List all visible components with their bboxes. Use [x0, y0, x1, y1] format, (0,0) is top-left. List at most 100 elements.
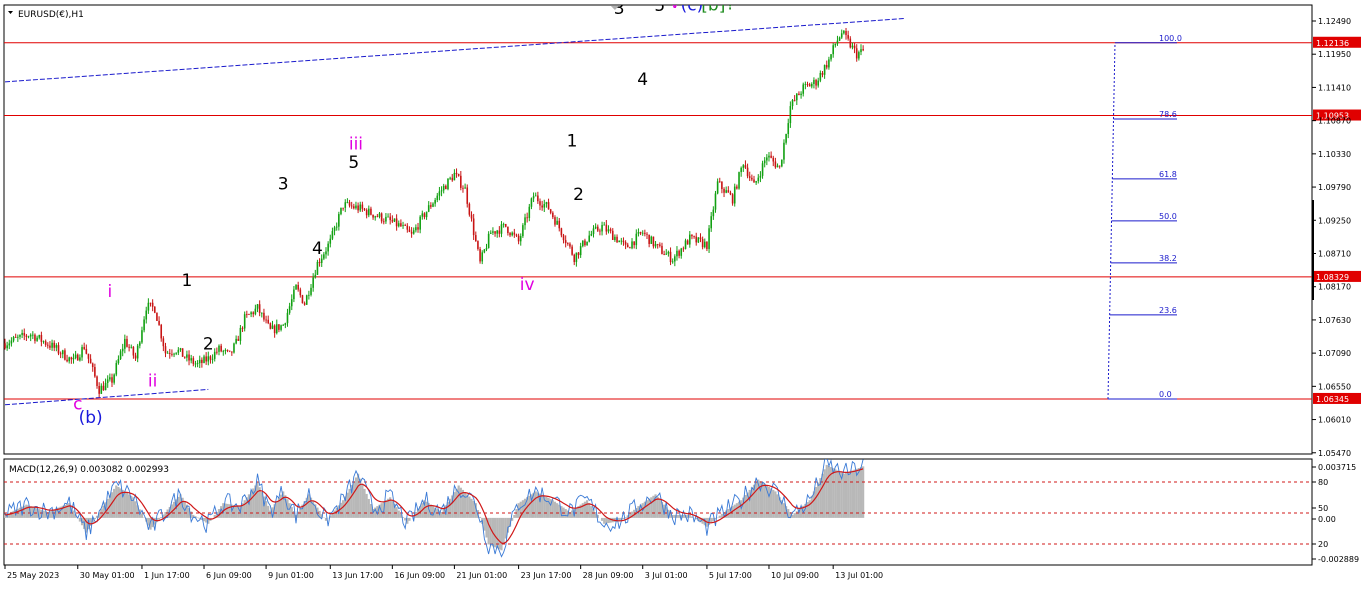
- macd-histogram-bar: [361, 484, 363, 518]
- price-candle: [591, 234, 593, 236]
- price-candle: [580, 246, 582, 255]
- price-candle: [257, 304, 259, 308]
- price-candle: [332, 231, 334, 239]
- macd-histogram-bar: [734, 505, 736, 518]
- price-candle: [225, 350, 227, 351]
- price-candle: [586, 242, 588, 245]
- macd-histogram-bar: [357, 474, 359, 518]
- price-candle: [4, 343, 6, 348]
- price-candle: [755, 181, 757, 183]
- price-candle: [163, 338, 165, 346]
- price-candle: [68, 357, 70, 361]
- macd-y-axis-tick-label: 80: [1318, 478, 1328, 487]
- price-candle: [208, 356, 210, 361]
- price-candle: [197, 363, 199, 364]
- price-candle: [115, 363, 117, 374]
- price-candle: [297, 285, 299, 290]
- price-candle: [783, 143, 785, 160]
- macd-histogram-bar: [828, 466, 830, 518]
- macd-histogram-bar: [385, 500, 387, 518]
- macd-histogram-bar: [862, 466, 864, 518]
- price-candle: [445, 186, 447, 189]
- wave-label: 4: [312, 239, 323, 259]
- macd-y-axis-tick-label: 20: [1318, 540, 1328, 549]
- price-candle: [768, 156, 770, 158]
- macd-histogram-bar: [809, 500, 811, 518]
- price-candle: [494, 231, 496, 233]
- macd-histogram-bar: [333, 511, 335, 518]
- price-candle: [700, 237, 702, 239]
- price-candle: [291, 299, 293, 306]
- x-axis-tick-label: 1 Jun 17:00: [144, 571, 190, 580]
- price-candle: [734, 187, 736, 204]
- price-candle: [370, 209, 372, 215]
- price-candle: [355, 206, 357, 209]
- price-candle: [124, 339, 126, 349]
- price-candle: [539, 201, 541, 205]
- price-candle: [772, 158, 774, 162]
- price-candle: [34, 335, 36, 341]
- price-candle: [276, 324, 278, 333]
- price-candle: [464, 187, 466, 188]
- macd-histogram-bar: [25, 505, 27, 518]
- price-candle: [606, 225, 608, 232]
- price-candle: [623, 241, 625, 242]
- macd-histogram-bar: [796, 511, 798, 518]
- fibonacci-level-label: 0.0: [1159, 390, 1172, 399]
- price-level-tag: 1.08329: [1313, 271, 1361, 282]
- price-candle: [252, 312, 254, 314]
- y-axis-tick-label: 1.09250: [1318, 216, 1351, 225]
- price-candle: [186, 354, 188, 357]
- price-candle: [184, 357, 186, 358]
- price-candle: [417, 227, 419, 229]
- macd-histogram-bar: [458, 486, 460, 518]
- price-candle: [621, 241, 623, 242]
- price-candle: [199, 360, 201, 363]
- price-candle: [469, 204, 471, 215]
- price-candle: [856, 48, 858, 58]
- price-candle: [167, 353, 169, 354]
- price-candle: [374, 216, 376, 217]
- macd-histogram-bar: [783, 503, 785, 518]
- scroll-indicator[interactable]: [1312, 200, 1314, 300]
- price-candle: [349, 202, 351, 205]
- price-candle: [357, 206, 359, 211]
- price-candle: [449, 178, 451, 179]
- price-candle: [520, 236, 522, 241]
- macd-y-axis-tick-label: 50: [1318, 504, 1328, 513]
- x-axis-tick-label: 30 May 01:00: [80, 571, 135, 580]
- price-candle: [509, 233, 511, 235]
- price-candle: [178, 350, 180, 353]
- price-candle: [98, 386, 100, 394]
- macd-histogram-bar: [404, 518, 406, 521]
- price-candle: [107, 379, 109, 382]
- y-axis-tick-label: 1.06010: [1318, 416, 1351, 425]
- macd-histogram-bar: [648, 499, 650, 518]
- macd-histogram-bar: [556, 503, 558, 518]
- price-candle: [477, 241, 479, 249]
- price-candle: [419, 217, 421, 230]
- price-candle: [730, 193, 732, 195]
- price-candle: [644, 233, 646, 234]
- price-candle: [674, 256, 676, 261]
- price-candle: [77, 355, 79, 361]
- x-axis-tick-label: 25 May 2023: [7, 571, 59, 580]
- price-candle: [535, 196, 537, 197]
- y-axis-tick-label: 1.11410: [1318, 83, 1351, 92]
- macd-histogram-bar: [744, 495, 746, 518]
- price-candle: [805, 84, 807, 85]
- price-candle: [235, 339, 237, 344]
- price-candle: [156, 313, 158, 321]
- price-candle: [794, 100, 796, 101]
- price-candle: [165, 346, 167, 353]
- macd-histogram-bar: [490, 518, 492, 545]
- macd-histogram-bar: [267, 506, 269, 518]
- price-candle: [103, 386, 105, 390]
- price-candle: [73, 358, 75, 359]
- price-candle: [672, 261, 674, 262]
- price-candle: [747, 168, 749, 177]
- macd-histogram-bar: [466, 494, 468, 518]
- price-candle: [460, 176, 462, 188]
- price-candle: [203, 356, 205, 363]
- price-candle: [79, 357, 81, 360]
